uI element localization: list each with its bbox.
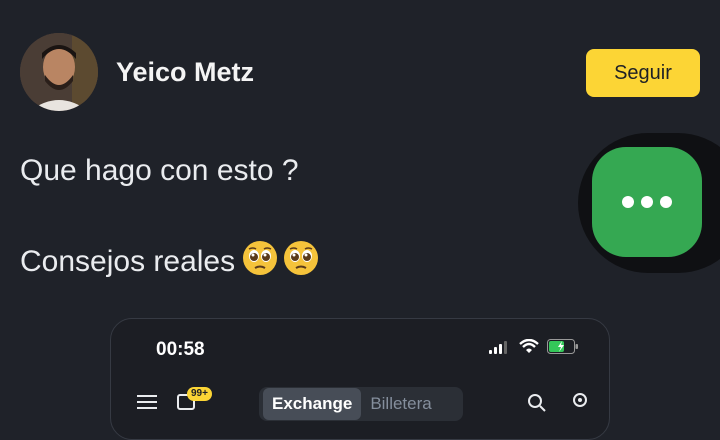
- status-bar-time: 00:58: [156, 339, 205, 360]
- post-header: Yeico Metz: [20, 33, 254, 111]
- notification-badge: 99+: [187, 387, 212, 401]
- avatar[interactable]: [20, 33, 98, 111]
- search-icon[interactable]: [527, 393, 547, 413]
- tab-billetera[interactable]: Billetera: [361, 388, 440, 420]
- author-name[interactable]: Yeico Metz: [116, 57, 254, 88]
- signal-icon: [489, 340, 507, 354]
- battery-icon: [547, 339, 578, 354]
- more-options-button[interactable]: [592, 147, 702, 257]
- status-bar-icons: [489, 339, 579, 354]
- wifi-icon: [519, 339, 539, 353]
- post-image[interactable]: 00:58 99+ Exchange Billetera: [110, 318, 610, 440]
- more-dots-icon: [622, 196, 634, 208]
- link-icon[interactable]: [567, 391, 589, 413]
- post-text-line-1: Que hago con esto ?: [20, 154, 299, 187]
- more-dot: [660, 196, 672, 208]
- post-text-line-2: Consejos reales: [20, 238, 321, 286]
- pleading-face-emoji-icon: [241, 238, 321, 286]
- menu-icon[interactable]: [137, 393, 157, 409]
- tab-bar: Exchange Billetera: [259, 387, 463, 421]
- more-dot: [641, 196, 653, 208]
- post-text-line-2-label: Consejos reales: [20, 245, 236, 278]
- tab-exchange[interactable]: Exchange: [263, 388, 362, 420]
- follow-button[interactable]: Seguir: [586, 49, 700, 97]
